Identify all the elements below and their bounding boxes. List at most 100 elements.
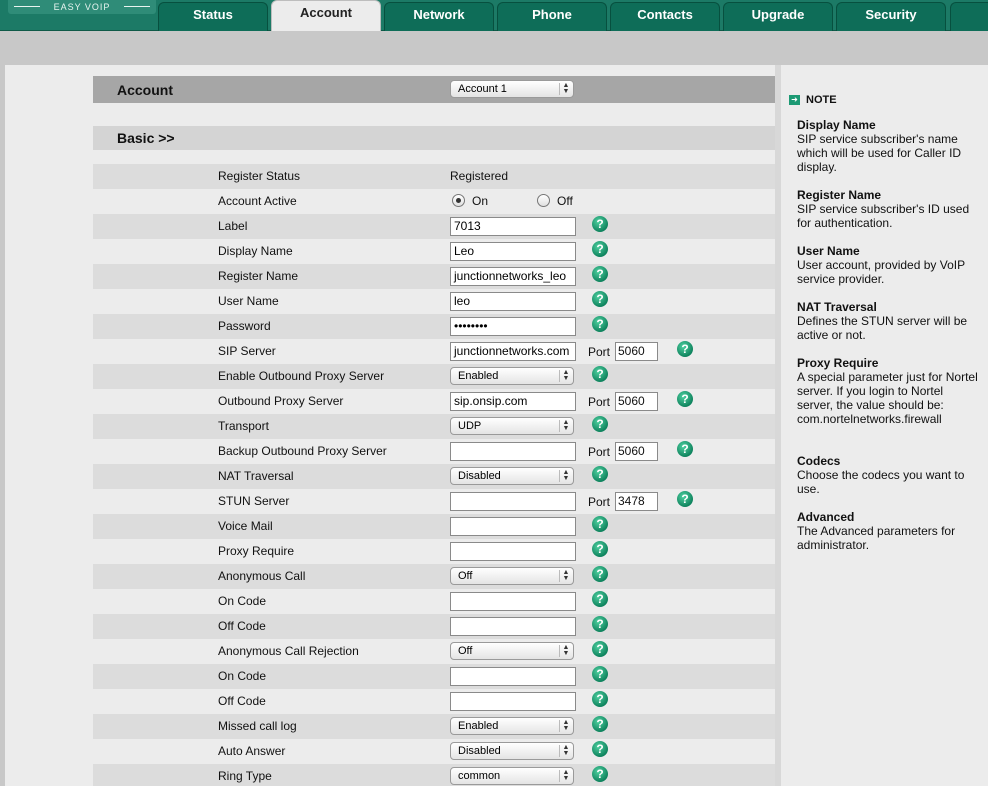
nat-traversal-label: NAT Traversal xyxy=(218,469,294,483)
on-code-input[interactable] xyxy=(450,592,576,611)
account-section-header: Account Account 1 ▲ ▼ xyxy=(93,76,775,103)
user-name-input[interactable]: leo xyxy=(450,292,576,311)
proxy-require-input[interactable] xyxy=(450,542,576,561)
select-arrows-icon: ▲ ▼ xyxy=(559,82,570,95)
voice-mail-label: Voice Mail xyxy=(218,519,273,533)
nat-traversal-select[interactable]: Disabled ▲ ▼ xyxy=(450,467,574,485)
register-name-input[interactable]: junctionnetworks_leo xyxy=(450,267,576,286)
rejection-off-code-input[interactable] xyxy=(450,692,576,711)
note-item: Display Name SIP service subscriber's na… xyxy=(797,118,982,174)
note-item: Advanced The Advanced parameters for adm… xyxy=(797,510,982,552)
enable-outbound-proxy-select[interactable]: Enabled ▲ ▼ xyxy=(450,367,574,385)
row-rejection-off-code: Off Code ? xyxy=(93,689,775,714)
anonymous-call-select[interactable]: Off ▲ ▼ xyxy=(450,567,574,585)
account-active-on-radio[interactable] xyxy=(452,194,465,207)
password-input[interactable]: •••••••• xyxy=(450,317,576,336)
note-item: NAT Traversal Defines the STUN server wi… xyxy=(797,300,982,342)
voice-mail-input[interactable] xyxy=(450,517,576,536)
help-icon[interactable]: ? xyxy=(677,341,693,357)
help-icon[interactable]: ? xyxy=(592,241,608,257)
row-stun-server: STUN Server Port 3478 ? xyxy=(93,489,775,514)
account-active-off-label: Off xyxy=(557,194,573,208)
help-icon[interactable]: ? xyxy=(592,741,608,757)
help-icon[interactable]: ? xyxy=(592,666,608,682)
note-item-text: SIP service subscriber's name which will… xyxy=(797,132,962,174)
row-label: Label 7013 ? xyxy=(93,214,775,239)
help-icon[interactable]: ? xyxy=(592,266,608,282)
note-item-text: The Advanced parameters for administrato… xyxy=(797,524,956,552)
stun-port-input[interactable]: 3478 xyxy=(615,492,658,511)
anonymous-call-value: Off xyxy=(458,570,473,582)
help-icon[interactable]: ? xyxy=(592,716,608,732)
outbound-proxy-server-input[interactable]: sip.onsip.com xyxy=(450,392,576,411)
tab-network[interactable]: Network xyxy=(384,2,494,31)
help-icon[interactable]: ? xyxy=(592,566,608,582)
sip-server-input[interactable]: junctionnetworks.com xyxy=(450,342,576,361)
display-name-input[interactable]: Leo xyxy=(450,242,576,261)
auto-answer-select[interactable]: Disabled ▲ ▼ xyxy=(450,742,574,760)
tab-status[interactable]: Status xyxy=(158,2,268,31)
rejection-on-code-input[interactable] xyxy=(450,667,576,686)
outbound-proxy-port-input[interactable]: 5060 xyxy=(615,392,658,411)
tab-phone[interactable]: Phone xyxy=(497,2,607,31)
label-input[interactable]: 7013 xyxy=(450,217,576,236)
ring-type-select[interactable]: common ▲ ▼ xyxy=(450,767,574,785)
tab-account[interactable]: Account xyxy=(271,0,381,31)
anonymous-call-rejection-label: Anonymous Call Rejection xyxy=(218,644,359,658)
help-icon[interactable]: ? xyxy=(592,766,608,782)
row-anonymous-call: Anonymous Call Off ▲ ▼ ? xyxy=(93,564,775,589)
note-item-text: A special parameter just for Nortel serv… xyxy=(797,370,978,426)
note-item-title: Register Name xyxy=(797,188,882,202)
row-auto-answer: Auto Answer Disabled ▲ ▼ ? xyxy=(93,739,775,764)
note-item-text: User account, provided by VoIP service p… xyxy=(797,258,965,286)
transport-select[interactable]: UDP ▲ ▼ xyxy=(450,417,574,435)
help-icon[interactable]: ? xyxy=(592,641,608,657)
missed-call-log-select[interactable]: Enabled ▲ ▼ xyxy=(450,717,574,735)
help-icon[interactable]: ? xyxy=(677,391,693,407)
note-title: NOTE xyxy=(806,94,837,106)
tab-overflow-edge xyxy=(950,2,988,31)
select-arrows-icon: ▲ ▼ xyxy=(559,719,570,732)
basic-section-header[interactable]: Basic >> xyxy=(93,126,775,150)
note-item-title: NAT Traversal xyxy=(797,300,877,314)
backup-outbound-proxy-input[interactable] xyxy=(450,442,576,461)
sip-server-port-input[interactable]: 5060 xyxy=(615,342,658,361)
help-icon[interactable]: ? xyxy=(592,216,608,232)
backup-outbound-proxy-label: Backup Outbound Proxy Server xyxy=(218,444,387,458)
help-icon[interactable]: ? xyxy=(592,616,608,632)
row-proxy-require: Proxy Require ? xyxy=(93,539,775,564)
stun-port-label: Port xyxy=(588,495,611,509)
off-code-input[interactable] xyxy=(450,617,576,636)
row-sip-server: SIP Server junctionnetworks.com Port 506… xyxy=(93,339,775,364)
help-icon[interactable]: ? xyxy=(592,516,608,532)
password-label: Password xyxy=(218,319,271,333)
note-item-text: Choose the codecs you want to use. xyxy=(797,468,965,496)
row-user-name: User Name leo ? xyxy=(93,289,775,314)
help-icon[interactable]: ? xyxy=(592,366,608,382)
backup-proxy-port-input[interactable]: 5060 xyxy=(615,442,658,461)
select-arrows-icon: ▲ ▼ xyxy=(559,569,570,582)
help-icon[interactable]: ? xyxy=(592,541,608,557)
row-anonymous-call-rejection: Anonymous Call Rejection Off ▲ ▼ ? xyxy=(93,639,775,664)
display-name-label: Display Name xyxy=(218,244,293,258)
help-icon[interactable]: ? xyxy=(592,591,608,607)
stun-server-input[interactable] xyxy=(450,492,576,511)
account-active-off-radio[interactable] xyxy=(537,194,550,207)
help-icon[interactable]: ? xyxy=(592,466,608,482)
register-status-value: Registered xyxy=(450,169,509,183)
help-icon[interactable]: ? xyxy=(592,291,608,307)
help-icon[interactable]: ? xyxy=(592,316,608,332)
row-register-name: Register Name junctionnetworks_leo ? xyxy=(93,264,775,289)
account-select[interactable]: Account 1 ▲ ▼ xyxy=(450,80,574,98)
transport-value: UDP xyxy=(458,420,482,432)
tab-security[interactable]: Security xyxy=(836,2,946,31)
help-icon[interactable]: ? xyxy=(677,441,693,457)
anonymous-call-rejection-select[interactable]: Off ▲ ▼ xyxy=(450,642,574,660)
note-item-text: Defines the STUN server will be active o… xyxy=(797,314,968,342)
help-icon[interactable]: ? xyxy=(677,491,693,507)
tab-contacts[interactable]: Contacts xyxy=(610,2,720,31)
help-icon[interactable]: ? xyxy=(592,691,608,707)
on-code-label: On Code xyxy=(218,594,267,608)
help-icon[interactable]: ? xyxy=(592,416,608,432)
tab-upgrade[interactable]: Upgrade xyxy=(723,2,833,31)
